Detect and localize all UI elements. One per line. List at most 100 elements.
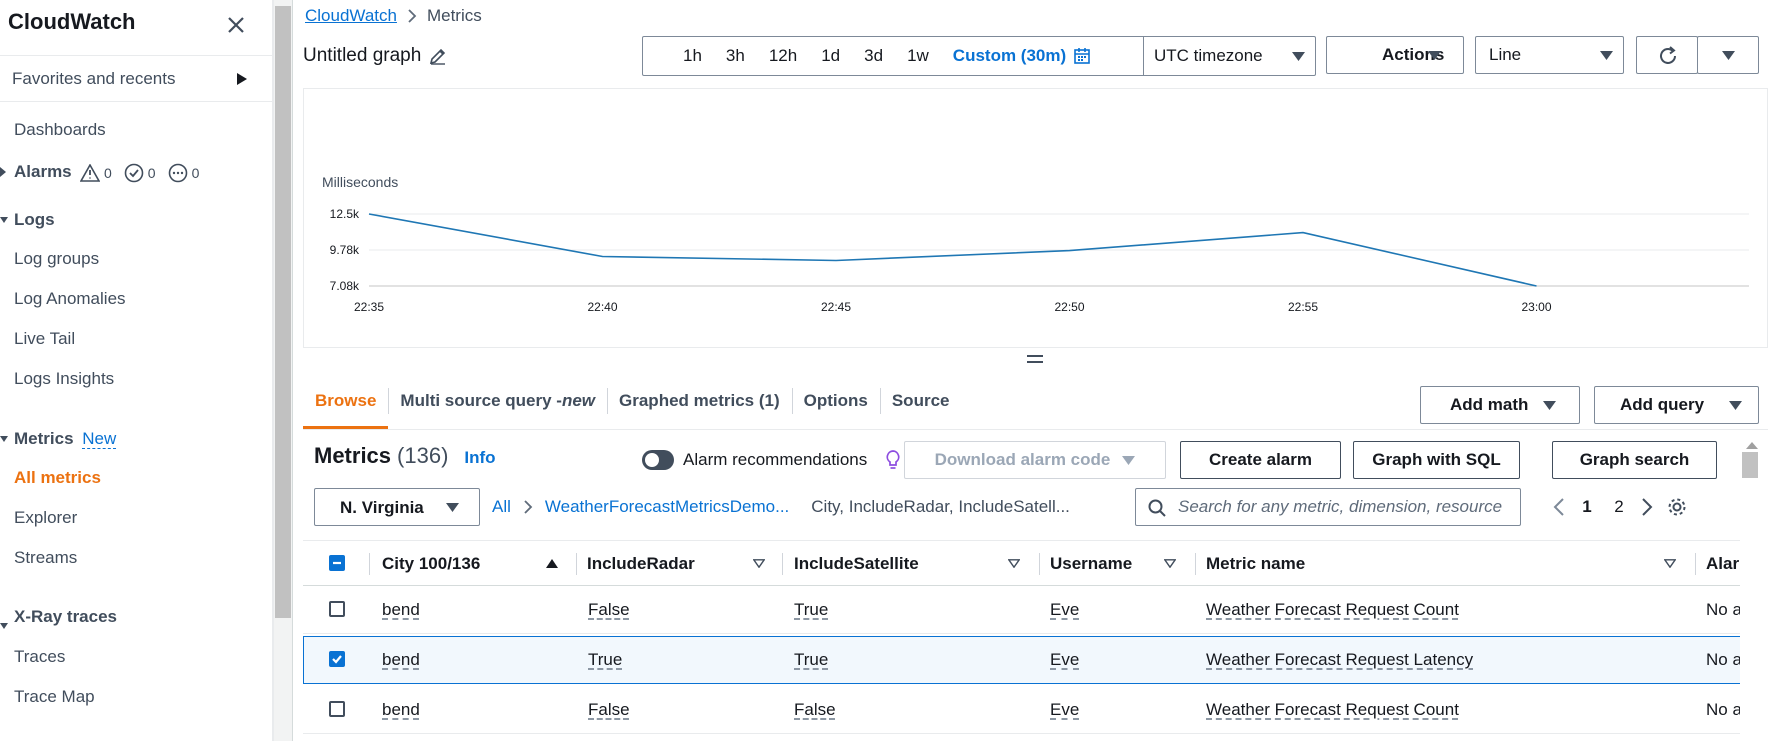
select-all-checkbox[interactable] (329, 555, 345, 571)
cell-city[interactable]: bend (382, 700, 420, 720)
breadcrumb-cloudwatch-link[interactable]: CloudWatch (305, 6, 397, 26)
cell-metric-name[interactable]: Weather Forecast Request Count (1206, 700, 1459, 720)
close-icon[interactable] (224, 13, 248, 37)
search-input[interactable] (1178, 497, 1508, 517)
time-range-1h[interactable]: 1h (671, 46, 714, 66)
chart-type-dropdown[interactable]: Line (1475, 36, 1624, 74)
timezone-dropdown[interactable]: UTC timezone (1143, 37, 1315, 75)
resize-handle-icon[interactable] (1027, 354, 1043, 364)
column-include-radar[interactable]: IncludeRadar (587, 541, 695, 587)
add-math-button[interactable]: Add math (1420, 386, 1580, 424)
refresh-options-button[interactable] (1697, 36, 1759, 74)
region-label: N. Virginia (340, 498, 424, 517)
download-alarm-code-label: Download alarm code (934, 450, 1111, 469)
chevron-left-icon[interactable] (1552, 497, 1566, 517)
sidebar-item-log-anomalies[interactable]: Log Anomalies (14, 289, 126, 309)
chevron-right-icon[interactable] (1640, 497, 1654, 517)
sidebar-item-live-tail[interactable]: Live Tail (14, 329, 75, 349)
time-range-3d[interactable]: 3d (852, 46, 895, 66)
graph-search-button[interactable]: Graph search (1552, 441, 1717, 479)
tab-source[interactable]: Source (879, 372, 962, 430)
sidebar-item-logs-insights[interactable]: Logs Insights (14, 369, 114, 389)
refresh-button[interactable] (1636, 36, 1698, 74)
create-alarm-button[interactable]: Create alarm (1180, 441, 1341, 479)
sidebar-item-streams[interactable]: Streams (14, 548, 77, 568)
alarm-recommendations-toggle[interactable] (642, 450, 674, 470)
time-range-custom[interactable]: Custom (30m) (941, 46, 1096, 66)
actions-dropdown-button[interactable]: Actions (1326, 36, 1464, 74)
new-badge[interactable]: New (82, 429, 117, 449)
gear-icon[interactable] (1666, 496, 1688, 518)
cell-include-radar[interactable]: True (588, 650, 622, 670)
sort-icon[interactable] (1664, 559, 1676, 568)
sidebar-item-traces[interactable]: Traces (14, 647, 65, 667)
sidebar-item-alarms[interactable]: Alarms (14, 162, 72, 182)
graph-with-sql-button[interactable]: Graph with SQL (1353, 441, 1520, 479)
info-link[interactable]: Info (464, 448, 495, 468)
caret-down-icon (1722, 51, 1735, 60)
sidebar-item-explorer[interactable]: Explorer (14, 508, 77, 528)
tab-graphed-metrics[interactable]: Graphed metrics (1) (607, 372, 792, 430)
column-alarms[interactable]: Alar (1706, 541, 1739, 587)
y-tick-label: 9.78k (330, 243, 360, 257)
cell-include-radar[interactable]: False (588, 700, 630, 720)
cell-include-satellite[interactable]: False (794, 700, 836, 720)
sidebar-item-dashboards[interactable]: Dashboards (14, 120, 106, 140)
cell-metric-name[interactable]: Weather Forecast Request Count (1206, 600, 1459, 620)
cell-include-satellite[interactable]: True (794, 650, 828, 670)
cell-include-radar[interactable]: False (588, 600, 630, 620)
cell-include-satellite[interactable]: True (794, 600, 828, 620)
table-row[interactable]: bend True True Eve Weather Forecast Requ… (303, 636, 1753, 684)
x-tick-label: 22:45 (821, 300, 851, 314)
crumb-namespace-link[interactable]: WeatherForecastMetricsDemo... (545, 497, 789, 517)
sidebar-item-log-groups[interactable]: Log groups (14, 249, 99, 269)
cell-username[interactable]: Eve (1050, 600, 1079, 620)
sort-icon[interactable] (1008, 559, 1020, 568)
time-range-1d[interactable]: 1d (809, 46, 852, 66)
caret-right-icon (237, 73, 247, 85)
time-range-3h[interactable]: 3h (714, 46, 757, 66)
tab-multi-source-query[interactable]: Multi source query - new (388, 372, 607, 430)
sort-ascending-icon[interactable] (546, 559, 558, 568)
crumb-all-link[interactable]: All (492, 497, 511, 517)
breadcrumb-current: Metrics (426, 6, 482, 25)
tab-browse[interactable]: Browse (303, 372, 389, 430)
row-checkbox[interactable] (329, 701, 345, 717)
scroll-up-icon[interactable] (1746, 440, 1758, 450)
sidebar-item-xray-traces[interactable]: X-Ray traces (14, 607, 117, 627)
edit-pencil-icon[interactable] (429, 47, 447, 65)
cell-username[interactable]: Eve (1050, 700, 1079, 720)
tab-options[interactable]: Options (791, 372, 880, 430)
cell-city[interactable]: bend (382, 600, 420, 620)
download-alarm-code-button[interactable]: Download alarm code (904, 441, 1166, 479)
add-query-button[interactable]: Add query (1594, 386, 1759, 424)
sort-icon[interactable] (1164, 559, 1176, 568)
cell-city[interactable]: bend (382, 650, 420, 670)
row-checkbox[interactable] (329, 651, 345, 667)
column-metric-name[interactable]: Metric name (1206, 541, 1305, 587)
column-username[interactable]: Username (1050, 541, 1132, 587)
time-range-12h[interactable]: 12h (757, 46, 809, 66)
column-include-satellite[interactable]: IncludeSatellite (794, 541, 919, 587)
tab-multi-source-label: Multi source query - (400, 391, 562, 410)
table-scrollbar[interactable] (1740, 438, 1768, 741)
sidebar-item-trace-map[interactable]: Trace Map (14, 687, 95, 707)
time-range-1w[interactable]: 1w (895, 46, 941, 66)
favorites-and-recents[interactable]: Favorites and recents (0, 55, 273, 102)
region-dropdown[interactable]: N. Virginia (314, 488, 480, 526)
column-city[interactable]: City 100/136 (382, 541, 480, 587)
sidebar-item-logs[interactable]: Logs (14, 210, 55, 230)
sort-icon[interactable] (753, 559, 765, 568)
table-row[interactable]: bend False True Eve Weather Forecast Req… (303, 586, 1753, 634)
row-checkbox[interactable] (329, 601, 345, 617)
cell-metric-name[interactable]: Weather Forecast Request Latency (1206, 650, 1473, 670)
sidebar-item-all-metrics[interactable]: All metrics (14, 468, 101, 488)
page-1[interactable]: 1 (1576, 497, 1598, 517)
cell-username[interactable]: Eve (1050, 650, 1079, 670)
sidebar-item-metrics[interactable]: Metrics New (14, 429, 117, 449)
alarm-status-counts: 0 0 0 (80, 162, 207, 184)
sidebar-scrollbar-thumb[interactable] (275, 6, 291, 618)
table-scrollbar-thumb[interactable] (1742, 452, 1758, 478)
table-row[interactable]: bend False False Eve Weather Forecast Re… (303, 686, 1753, 734)
page-2[interactable]: 2 (1608, 497, 1630, 517)
